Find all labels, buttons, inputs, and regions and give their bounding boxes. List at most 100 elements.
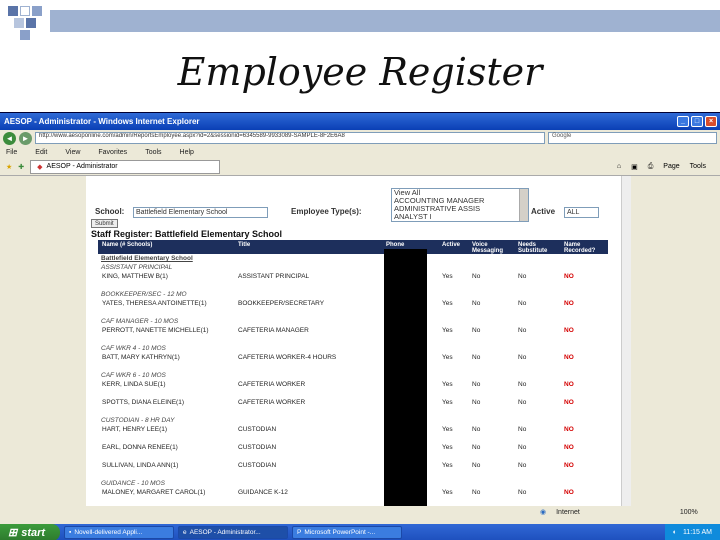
school-select[interactable]: Battlefield Elementary School (133, 207, 268, 218)
tray-icon[interactable]: ◐ (673, 529, 677, 536)
favorites-star-icon[interactable]: ★ (6, 163, 12, 171)
col-needs[interactable]: Needs Substitute (518, 242, 562, 254)
cell-active: Yes (442, 444, 453, 451)
cell-name[interactable]: MALONEY, MARGARET CAROL(1) (102, 488, 205, 497)
active-select[interactable]: ALL (564, 207, 599, 218)
cell-name[interactable]: KING, MATTHEW B(1) (102, 272, 168, 281)
table-row[interactable]: HART, HENRY LEE(1) CUSTODIAN Yes No No NO (98, 425, 608, 443)
close-button[interactable]: × (705, 116, 717, 127)
tools-menu[interactable]: Tools (690, 163, 706, 171)
ie-icon: e (183, 529, 187, 536)
app-icon: ▪ (69, 529, 72, 536)
table-row[interactable]: KERR, LINDA SUE(1) CAFETERIA WORKER Yes No N… (98, 380, 608, 398)
table-header: Name (# Schools) Title Phone Active Voic… (98, 240, 608, 254)
cell-name[interactable]: SULLIVAN, LINDA ANN(1) (102, 461, 178, 470)
feeds-icon[interactable]: ▣ (631, 163, 638, 171)
slide-title: Employee Register (177, 50, 543, 94)
cell-title: CUSTODIAN (238, 426, 277, 433)
list-scrollbar[interactable] (519, 189, 528, 221)
forward-button[interactable]: ► (19, 131, 32, 145)
cell-needs: No (518, 327, 527, 334)
task-novell[interactable]: ▪ Novell-delivered Appli... (64, 526, 174, 539)
tab-label: AESOP - Administrator (46, 163, 118, 170)
group-heading: CAF WKR 4 - 10 MOS (101, 345, 166, 352)
cell-voice: No (472, 399, 481, 406)
employee-type-list[interactable]: View All ACCOUNTING MANAGER ADMINISTRATI… (391, 188, 529, 222)
browser-content: School: Battlefield Elementary School Em… (0, 176, 720, 506)
cell-name[interactable]: PERROTT, NANETTE MICHELLE(1) (102, 326, 209, 335)
cell-name[interactable]: KERR, LINDA SUE(1) (102, 380, 166, 389)
cell-recorded: NO (564, 381, 574, 388)
menu-favorites[interactable]: Favorites (98, 149, 127, 156)
cell-voice: No (472, 462, 481, 469)
col-active[interactable]: Active (442, 242, 460, 248)
cell-name[interactable]: SPOTTS, DIANA ELEINE(1) (102, 398, 184, 407)
cell-name[interactable]: YATES, THERESA ANTOINETTE(1) (102, 299, 207, 308)
task-aesop[interactable]: e AESOP - Administrator... (178, 526, 288, 539)
table-row[interactable]: PERROTT, NANETTE MICHELLE(1) CAFETERIA MA… (98, 326, 608, 344)
back-button[interactable]: ◄ (3, 131, 16, 145)
table-row[interactable]: SULLIVAN, LINDA ANN(1) CUSTODIAN Yes No No NO (98, 461, 608, 479)
page-scrollbar[interactable] (621, 176, 631, 506)
cell-active: Yes (442, 300, 453, 307)
task-label: AESOP - Administrator... (189, 529, 261, 536)
task-powerpoint[interactable]: P Microsoft PowerPoint -... (292, 526, 402, 539)
col-title[interactable]: Title (238, 242, 250, 248)
url-input[interactable]: http://www.aesoponline.com/admin/Reports… (35, 132, 545, 144)
col-name[interactable]: Name (# Schools) (102, 242, 152, 248)
browser-window: AESOP - Administrator - Windows Internet… (0, 112, 720, 540)
menu-help[interactable]: Help (180, 149, 194, 156)
cell-name[interactable]: EARL, DONNA RENEE(1) (102, 443, 178, 452)
col-voice[interactable]: Voice Messaging (472, 242, 512, 254)
window-title: AESOP - Administrator - Windows Internet… (4, 117, 200, 126)
zoom-level[interactable]: 100% (680, 509, 698, 516)
cell-recorded: NO (564, 489, 574, 496)
table-row[interactable]: KING, MATTHEW B(1) ASSISTANT PRINCIPAL Yes… (98, 272, 608, 290)
menu-tools[interactable]: Tools (145, 149, 161, 156)
page-icon: ◆ (37, 163, 43, 171)
cell-recorded: NO (564, 273, 574, 280)
cell-active: Yes (442, 399, 453, 406)
page-menu[interactable]: Page (663, 163, 679, 171)
windows-logo-icon: ⊞ (8, 527, 18, 539)
cell-recorded: NO (564, 444, 574, 451)
cell-title: BOOKKEEPER/SECRETARY (238, 300, 325, 307)
col-phone[interactable]: Phone (386, 242, 404, 248)
home-icon[interactable]: ⌂ (617, 163, 621, 171)
minimize-button[interactable]: _ (677, 116, 689, 127)
cell-active: Yes (442, 462, 453, 469)
maximize-button[interactable]: □ (691, 116, 703, 127)
globe-icon: ◉ (540, 509, 547, 516)
table-row[interactable]: MALONEY, MARGARET CAROL(1) GUIDANCE K-12 Y… (98, 488, 608, 506)
cell-name[interactable]: HART, HENRY LEE(1) (102, 425, 167, 434)
cell-recorded: NO (564, 426, 574, 433)
table-row[interactable]: BATT, MARY KATHRYN(1) CAFETERIA WORKER-4 … (98, 353, 608, 371)
table-row[interactable]: EARL, DONNA RENEE(1) CUSTODIAN Yes No No NO (98, 443, 608, 461)
powerpoint-icon: P (297, 529, 302, 536)
menu-file[interactable]: File (6, 149, 17, 156)
decoration-square (20, 6, 30, 16)
cell-recorded: NO (564, 399, 574, 406)
menu-edit[interactable]: Edit (35, 149, 47, 156)
cell-recorded: NO (564, 327, 574, 334)
cell-active: Yes (442, 327, 453, 334)
start-button[interactable]: ⊞ start (0, 524, 60, 540)
type-option[interactable]: ANALYST I (394, 213, 528, 221)
menu-view[interactable]: View (65, 149, 80, 156)
search-input[interactable]: Google (548, 132, 717, 144)
group-heading: GUIDANCE - 10 MOS (101, 480, 165, 487)
cell-name[interactable]: BATT, MARY KATHRYN(1) (102, 353, 180, 362)
col-recorded[interactable]: Name Recorded? (564, 242, 608, 254)
start-label: start (21, 526, 46, 539)
slide-decoration (0, 0, 720, 40)
group-heading: CAF MANAGER - 10 MOS (101, 318, 179, 325)
cell-recorded: NO (564, 300, 574, 307)
submit-button[interactable]: Submit (91, 219, 118, 228)
table-row[interactable]: SPOTTS, DIANA ELEINE(1) CAFETERIA WORKER Y… (98, 398, 608, 416)
table-row[interactable]: YATES, THERESA ANTOINETTE(1) BOOKKEEPER/S… (98, 299, 608, 317)
print-icon[interactable]: ⎙ (648, 163, 654, 171)
tab-aesop[interactable]: ◆ AESOP - Administrator (30, 159, 221, 174)
add-favorite-icon[interactable]: ✚ (18, 163, 24, 171)
cell-recorded: NO (564, 354, 574, 361)
cell-title: GUIDANCE K-12 (238, 489, 288, 496)
